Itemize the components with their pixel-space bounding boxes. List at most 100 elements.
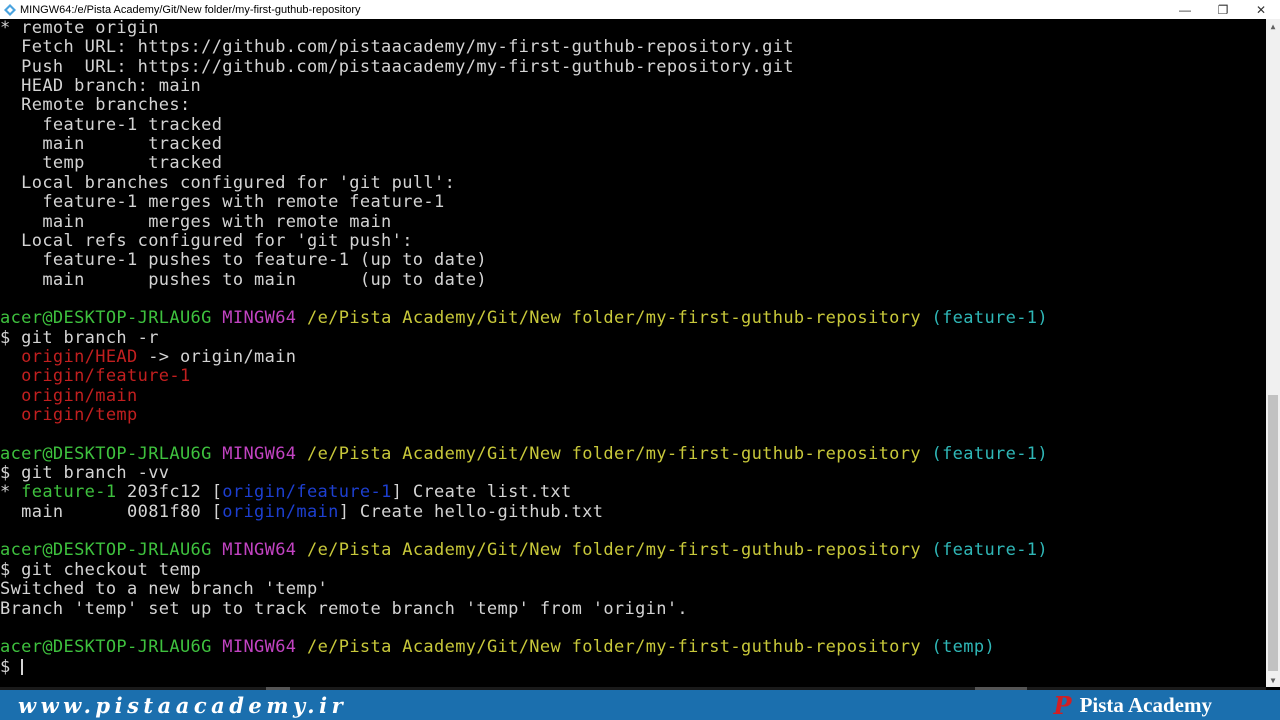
terminal-line: Local branches configured for 'git pull'… — [0, 173, 455, 193]
minimize-button[interactable]: — — [1166, 0, 1204, 19]
website-text: www.pistaacademy.ir — [18, 692, 348, 718]
terminal-text-segment: origin/feature-1 — [222, 482, 392, 503]
terminal-line: acer@DESKTOP-JRLAU6G MINGW64 /e/Pista Ac… — [0, 638, 995, 657]
terminal-text-segment: Branch 'temp' set up to track remote bra… — [0, 598, 689, 619]
close-button[interactable]: ✕ — [1242, 0, 1280, 19]
terminal-text-segment: Fetch URL: https://github.com/pistaacade… — [0, 37, 794, 58]
terminal-text-segment: feature-1 merges with remote feature-1 — [0, 192, 445, 213]
terminal-text-segment: MINGW64 — [222, 637, 297, 658]
terminal-text-segment: * — [0, 482, 22, 503]
terminal-text-segment: ] Create list.txt — [391, 482, 572, 503]
terminal-line: acer@DESKTOP-JRLAU6G MINGW64 /e/Pista Ac… — [0, 309, 1048, 328]
terminal-text-segment: feature-1 pushes to feature-1 (up to dat… — [0, 250, 487, 271]
terminal-text-segment: feature-1 tracked — [0, 114, 223, 135]
terminal-text-segment: main merges with remote main — [0, 211, 392, 232]
terminal-text-segment: Local refs configured for 'git push': — [0, 230, 413, 251]
terminal-line: feature-1 pushes to feature-1 (up to dat… — [0, 251, 487, 270]
terminal-line: $ git branch -r — [0, 327, 159, 348]
terminal-line: origin/main — [0, 385, 138, 406]
terminal-text-segment: MINGW64 — [222, 308, 297, 329]
terminal-line: acer@DESKTOP-JRLAU6G MINGW64 /e/Pista Ac… — [0, 541, 1048, 560]
terminal-text-segment: acer@DESKTOP-JRLAU6G — [0, 540, 212, 561]
terminal-line: * feature-1 203fc12 [origin/feature-1] C… — [0, 483, 572, 502]
terminal-text-segment: * remote origin — [0, 19, 159, 38]
brand: P Pista Academy — [1054, 691, 1280, 720]
terminal-line: Branch 'temp' set up to track remote bra… — [0, 598, 689, 619]
terminal-line: HEAD branch: main — [0, 77, 201, 96]
terminal-text-segment: HEAD branch: main — [0, 76, 202, 97]
window-titlebar[interactable]: MINGW64:/e/Pista Academy/Git/New folder/… — [0, 0, 1280, 19]
terminal-text-segment: main tracked — [0, 134, 223, 155]
terminal-text-segment: (feature-1) — [931, 308, 1048, 329]
terminal-line: $ git branch -vv — [0, 464, 169, 483]
terminal-text-segment: origin/HEAD — [21, 346, 138, 367]
pista-logo-icon: P — [1053, 690, 1072, 720]
terminal-line: Remote branches: — [0, 96, 191, 115]
terminal-text-segment: acer@DESKTOP-JRLAU6G — [0, 637, 212, 658]
terminal-text-segment: origin/main — [222, 501, 339, 522]
terminal-text-segment: acer@DESKTOP-JRLAU6G — [0, 443, 212, 464]
terminal-text-segment: /e/Pista Academy/Git/New folder/my-first… — [307, 637, 921, 658]
terminal-text-segment: MINGW64 — [222, 443, 297, 464]
terminal-text-segment: /e/Pista Academy/Git/New folder/my-first… — [307, 540, 921, 561]
terminal-text-segment: (feature-1) — [931, 443, 1048, 464]
terminal-line: main 0081f80 [origin/main] Create hello-… — [0, 501, 604, 522]
terminal-line: $ — [0, 656, 24, 677]
window-title: MINGW64:/e/Pista Academy/Git/New folder/… — [20, 3, 361, 16]
terminal-text-segment: (temp) — [931, 637, 996, 658]
terminal-text-segment: Remote branches: — [0, 95, 191, 116]
maximize-button[interactable]: ❐ — [1204, 0, 1242, 19]
terminal-line: Switched to a new branch 'temp' — [0, 580, 328, 599]
terminal-line: origin/feature-1 — [0, 367, 191, 386]
vertical-scrollbar[interactable]: ▲ ▼ — [1266, 19, 1280, 687]
terminal-text-segment: origin/main — [21, 385, 138, 406]
terminal-line: origin/temp — [0, 406, 138, 425]
terminal-text-segment: temp tracked — [0, 153, 223, 174]
terminal-text-segment: Switched to a new branch 'temp' — [0, 579, 329, 600]
watermark-banner: www.pistaacademy.ir P Pista Academy — [0, 690, 1280, 720]
terminal-line: Local refs configured for 'git push': — [0, 230, 413, 251]
brand-name: Pista Academy — [1079, 692, 1212, 717]
terminal-text-segment: 203fc12 [ — [116, 482, 223, 503]
terminal-line: origin/HEAD -> origin/main — [0, 346, 296, 367]
terminal-line: Fetch URL: https://github.com/pistaacade… — [0, 38, 794, 57]
terminal-text-segment: Push URL: https://github.com/pistaacadem… — [0, 56, 794, 77]
terminal-text-segment: $ git branch -vv — [0, 463, 170, 484]
terminal-line: Push URL: https://github.com/pistaacadem… — [0, 56, 794, 77]
terminal-text-segment: /e/Pista Academy/Git/New folder/my-first… — [307, 443, 921, 464]
mingw-app-icon — [4, 3, 16, 16]
terminal-line: $ git checkout temp — [0, 559, 202, 580]
terminal-text-segment: origin/temp — [21, 405, 138, 425]
text-cursor — [21, 658, 24, 675]
terminal-text-segment: $ git branch -r — [0, 327, 159, 348]
terminal-line: main pushes to main (up to date) — [0, 270, 487, 290]
terminal-text-segment: MINGW64 — [222, 540, 297, 561]
scroll-down-icon[interactable]: ▼ — [1266, 673, 1280, 687]
terminal-text-segment: $ git checkout temp — [0, 559, 202, 580]
terminal-output[interactable]: * remote origin Fetch URL: https://githu… — [0, 19, 1266, 687]
scrollbar-thumb[interactable] — [1268, 395, 1278, 671]
terminal-line: acer@DESKTOP-JRLAU6G MINGW64 /e/Pista Ac… — [0, 443, 1048, 464]
scroll-up-icon[interactable]: ▲ — [1266, 19, 1280, 33]
terminal-text-segment: origin/feature-1 — [21, 366, 191, 387]
terminal-line: feature-1 tracked — [0, 114, 223, 135]
terminal-text-segment: $ — [0, 656, 22, 677]
terminal-text-segment: acer@DESKTOP-JRLAU6G — [0, 308, 212, 329]
terminal-text-segment: /e/Pista Academy/Git/New folder/my-first… — [307, 308, 921, 329]
terminal-text-segment: ] Create hello-github.txt — [338, 501, 604, 522]
